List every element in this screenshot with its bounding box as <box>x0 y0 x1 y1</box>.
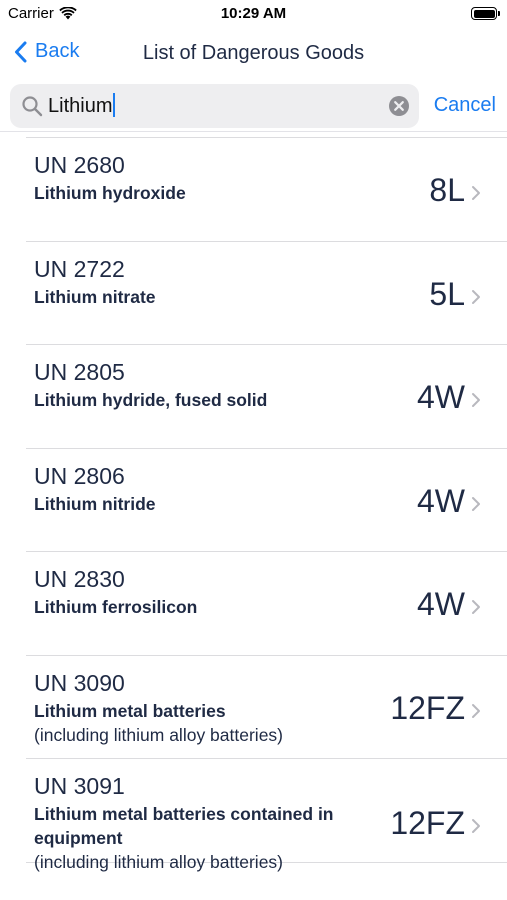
item-name: Lithium nitride <box>34 492 364 516</box>
navigation-bar: Back List of Dangerous Goods <box>0 28 507 78</box>
item-name-text: Lithium nitride <box>34 493 156 514</box>
chevron-right-icon <box>472 600 480 614</box>
hazard-class-code: 4W <box>417 586 465 622</box>
un-number: UN 3091 <box>34 773 125 799</box>
item-name-text: Lithium hydride, fused solid <box>34 390 268 410</box>
hazard-class-code: 5L <box>429 275 465 312</box>
list-item[interactable]: UN 2830 Lithium ferrosilicon 4W <box>26 552 507 656</box>
chevron-right-icon <box>472 819 480 833</box>
item-name: Lithium ferrosilicon <box>34 595 364 619</box>
un-number: UN 2722 <box>34 255 125 282</box>
list-item[interactable]: UN 2722 Lithium nitrate 5L <box>26 242 507 345</box>
hazard-class-code: 4W <box>417 379 465 415</box>
search-field[interactable]: Lithium <box>10 84 419 128</box>
item-name: Lithium metal batteries (including lithiu… <box>34 699 364 747</box>
status-time: 10:29 AM <box>220 5 287 22</box>
search-input-value: Lithium <box>48 95 113 117</box>
results-list: UN 2680 Lithium hydroxide 8L UN 2722 Lithium… <box>0 137 507 872</box>
item-name-text: Lithium metal batteries <box>34 700 226 721</box>
un-number: UN 2680 <box>34 152 125 178</box>
item-name-text: Lithium hydroxide <box>34 183 186 203</box>
chevron-right-icon <box>472 393 480 407</box>
chevron-right-icon <box>472 289 480 304</box>
un-number: UN 2805 <box>34 359 125 385</box>
chevron-right-icon <box>472 496 480 511</box>
search-icon <box>22 96 43 117</box>
list-item[interactable]: UN 2806 Lithium nitride 4W <box>26 449 507 552</box>
cancel-button[interactable]: Cancel <box>434 94 496 117</box>
text-cursor <box>113 93 116 118</box>
list-item[interactable]: UN 2805 Lithium hydride, fused solid 4W <box>26 345 507 449</box>
battery-icon <box>471 7 500 20</box>
search-input[interactable]: Lithium <box>48 84 116 128</box>
item-name: Lithium nitrate <box>34 285 364 309</box>
item-note: (including lithium alloy batteries) <box>34 852 283 872</box>
clear-search-icon[interactable] <box>388 95 410 117</box>
hazard-class-code: 4W <box>417 482 465 519</box>
hazard-class-code: 12FZ <box>390 689 465 726</box>
item-name: Lithium metal batteries contained in equ… <box>34 802 364 874</box>
search-bar: Lithium Cancel <box>0 80 507 132</box>
item-name: Lithium hydride, fused solid <box>34 388 364 412</box>
page-title: List of Dangerous Goods <box>142 42 365 64</box>
un-number: UN 3090 <box>34 669 125 696</box>
list-item[interactable]: UN 3091 Lithium metal batteries contained… <box>26 759 507 872</box>
list-item[interactable]: UN 3090 Lithium metal batteries (including… <box>26 656 507 759</box>
status-bar: Carrier 10:29 AM <box>0 0 507 28</box>
item-name-text: Lithium nitrate <box>34 286 156 307</box>
item-name-text: Lithium metal batteries contained in equ… <box>34 804 334 848</box>
list-item[interactable]: UN 2680 Lithium hydroxide 8L <box>26 138 507 242</box>
item-note: (including lithium alloy batteries) <box>34 724 283 745</box>
chevron-right-icon <box>472 186 480 200</box>
item-name-text: Lithium ferrosilicon <box>34 597 198 617</box>
item-name: Lithium hydroxide <box>34 181 364 205</box>
hazard-class-code: 12FZ <box>390 805 465 841</box>
chevron-right-icon <box>472 703 480 718</box>
un-number: UN 2806 <box>34 462 125 489</box>
un-number: UN 2830 <box>34 566 125 592</box>
hazard-class-code: 8L <box>429 172 465 208</box>
